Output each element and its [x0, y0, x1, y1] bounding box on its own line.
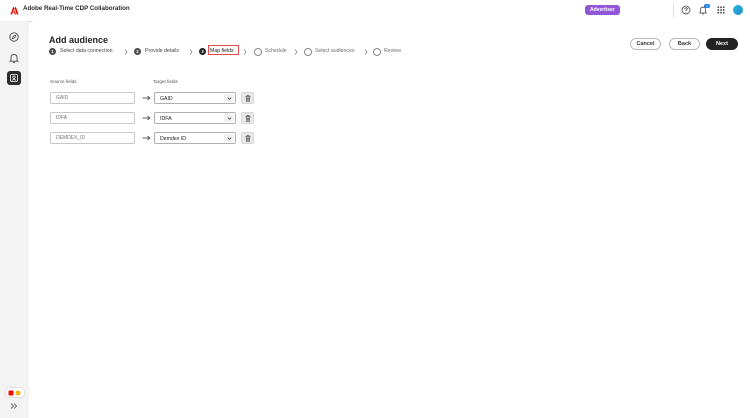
step-number-badge: 1 — [49, 48, 56, 55]
dropdown-toggle[interactable] — [224, 134, 234, 142]
chevron-right-icon — [243, 49, 247, 55]
arrow-right-icon — [142, 135, 151, 141]
step-label: Provide details — [145, 48, 180, 54]
notification-count-badge: 1 — [704, 4, 710, 8]
arrow-right-icon — [142, 115, 151, 121]
target-field-select[interactable]: GAID — [154, 92, 236, 104]
step-schedule[interactable]: Schedule — [254, 47, 294, 57]
step-label: Select audiences — [315, 48, 355, 54]
source-field-input[interactable] — [50, 92, 135, 104]
chevron-right-icon — [294, 49, 298, 55]
step-number-badge: 3 — [199, 48, 206, 55]
step-provide-details[interactable]: 2 Provide details — [134, 47, 184, 57]
next-button[interactable]: Next — [706, 38, 738, 50]
step-label: Schedule — [265, 48, 287, 54]
source-fields-header: Source fields — [50, 79, 77, 84]
target-fields-header: Target fields — [153, 79, 178, 84]
compass-icon[interactable] — [8, 31, 20, 43]
chevron-down-icon — [227, 96, 231, 100]
step-label: Map fields — [210, 48, 234, 54]
chevron-right-icon — [124, 49, 128, 55]
step-empty-circle — [254, 48, 262, 56]
audience-nav-item[interactable] — [7, 71, 21, 85]
app-title[interactable]: Adobe Real-Time CDP Collaboration — [23, 5, 130, 12]
arrow-right-icon — [142, 95, 151, 101]
source-field-input[interactable] — [50, 112, 135, 124]
step-label: Review — [384, 48, 402, 54]
target-field-select[interactable]: IDFA — [154, 112, 236, 124]
trash-icon — [245, 135, 251, 142]
trash-icon — [245, 115, 251, 122]
chevron-down-icon — [227, 136, 231, 140]
target-field-value: Demdex ID — [160, 135, 186, 142]
target-field-select[interactable]: Demdex ID — [154, 132, 236, 144]
target-field-value: GAID — [160, 95, 173, 102]
audience-icon — [10, 74, 18, 82]
chevron-right-icon — [189, 49, 193, 55]
adobe-logo-icon[interactable] — [10, 6, 19, 15]
trash-icon — [245, 95, 251, 102]
top-bar: Adobe Real-Time CDP Collaboration Advert… — [0, 0, 750, 22]
chevron-down-icon — [227, 116, 231, 120]
user-avatar[interactable] — [733, 5, 743, 15]
expand-rail-icon[interactable] — [10, 402, 18, 410]
dropdown-toggle[interactable] — [224, 94, 234, 102]
step-label: Select data connection — [60, 48, 113, 54]
page-title: Add audience — [49, 35, 109, 45]
dropdown-toggle[interactable] — [224, 114, 234, 122]
step-map-fields[interactable]: 3 Map fields — [199, 45, 239, 57]
main-panel: Add audience 1 Select data connection 2 … — [29, 21, 750, 418]
workspace-switcher-icon — [8, 390, 21, 395]
chevron-right-icon — [364, 49, 368, 55]
step-review[interactable]: Review — [373, 47, 408, 57]
step-empty-circle — [304, 48, 312, 56]
left-rail — [0, 21, 28, 418]
delete-mapping-button[interactable] — [241, 112, 254, 124]
source-field-input[interactable] — [50, 132, 135, 144]
step-select-audiences[interactable]: Select audiences — [304, 47, 359, 57]
target-field-value: IDFA — [160, 115, 172, 122]
help-icon[interactable] — [681, 5, 691, 15]
role-badge[interactable]: Advertiser — [585, 5, 620, 15]
step-empty-circle — [373, 48, 381, 56]
workspace-switcher[interactable] — [5, 387, 25, 398]
bell-outline-icon[interactable] — [8, 52, 20, 64]
step-number-badge: 2 — [134, 48, 141, 55]
delete-mapping-button[interactable] — [241, 132, 254, 144]
step-select-data-connection[interactable]: 1 Select data connection — [49, 47, 119, 57]
cancel-button[interactable]: Cancel — [630, 38, 661, 50]
header-divider — [673, 3, 674, 18]
app-grid-icon[interactable] — [716, 5, 726, 15]
delete-mapping-button[interactable] — [241, 92, 254, 104]
back-button[interactable]: Back — [669, 38, 700, 50]
